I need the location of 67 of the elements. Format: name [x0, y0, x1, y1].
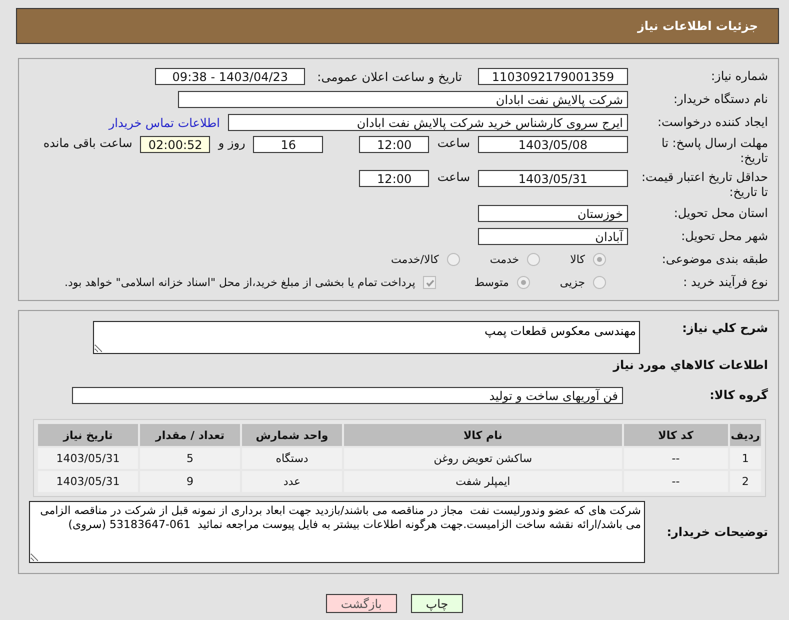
table-cell: 1403/05/31 — [38, 448, 138, 469]
creator-field: ایرج سروی کارشناس خرید شرکت پالایش نفت ابادان — [228, 114, 628, 131]
table-cell: -- — [624, 448, 728, 469]
table-cell: 2 — [730, 471, 761, 492]
buyer-notes-field[interactable]: شرکت های که عضو وندورلیست نفت مجاز در مناقصه می باشند/بازدید جهت ابعاد برداری از نمونه قبل از شرکت در مناقصه الزامی می باشد/ارائه نقشه ساخت الزامیست.جهت هرگونه اطلاعات بیشتر به فایل پیوست مراجعه نمائید 061-53183647 (سروی) — [29, 501, 645, 563]
field-label: طبقه بندی موضوعی: — [660, 252, 769, 267]
announce-date-field: 1403/04/23 - 09:38 — [155, 68, 306, 85]
time-label: ساعت — [437, 136, 470, 150]
page-title: جزئیات اطلاعات نیاز — [637, 19, 758, 33]
table-cell: ساکشن تعویض روغن — [344, 448, 622, 469]
table-cell: 1403/05/31 — [38, 471, 138, 492]
radio-label: متوسط — [474, 276, 509, 289]
column-header: نام کالا — [344, 424, 622, 446]
remaining-time-field: 02:00:52 — [140, 136, 210, 153]
days-field: 16 — [253, 136, 324, 153]
field-label: شهر محل تحویل: — [680, 229, 769, 244]
field-label: حداقل تاریخ اعتبار قیمت: تا تاریخ: — [640, 170, 769, 200]
field-label: شماره نیاز: — [710, 69, 769, 84]
buyer-contact-link[interactable]: اطلاعات تماس خریدار — [108, 116, 220, 130]
radio-button[interactable] — [593, 253, 606, 266]
field-label: گروه کالا: — [708, 388, 769, 403]
field-label: نوع فرآیند خرید : — [682, 275, 769, 290]
field-label: شرح کلي نياز: — [681, 321, 769, 336]
city-field: آبادان — [478, 228, 628, 245]
field-label: توضیحات خریدار: — [666, 524, 769, 540]
radio-button[interactable] — [446, 253, 460, 266]
radio-label: کالا/خدمت — [391, 253, 439, 266]
radio-button[interactable] — [516, 276, 530, 289]
checkbox[interactable] — [423, 276, 436, 289]
section-title: اطلاعات کالاهاي مورد نياز — [612, 358, 769, 372]
table-cell: 9 — [140, 471, 240, 492]
field-label: ایجاد کننده درخواست: — [656, 115, 769, 130]
radio-label: جزیی — [560, 276, 585, 289]
table-cell: عدد — [242, 471, 342, 492]
field-label: نام دستگاه خریدار: — [672, 92, 769, 107]
table-cell: 1 — [730, 448, 761, 469]
validity-time-field: 12:00 — [359, 170, 430, 187]
time-label: ساعت — [437, 170, 470, 184]
table-cell: دستگاه — [242, 448, 342, 469]
goods-group-field: فن آوریهای ساخت و تولید — [72, 387, 623, 404]
deadline-time-field: 12:00 — [359, 136, 430, 153]
radio-label: خدمت — [490, 253, 520, 266]
column-header: ردیف — [730, 424, 761, 446]
description-field[interactable]: مهندسی معکوس قطعات پمپ — [93, 321, 640, 354]
field-label: استان محل تحویل: — [672, 206, 769, 221]
column-header: تاریخ نیاز — [38, 424, 138, 446]
radio-button[interactable] — [593, 276, 606, 289]
field-label: مهلت ارسال پاسخ: تا تاریخ: — [660, 136, 769, 166]
table-cell: -- — [624, 471, 728, 492]
radio-button[interactable] — [527, 253, 540, 266]
payment-note: پرداخت تمام یا بخشی از مبلغ خرید،از محل "اسناد خزانه اسلامی" خواهد بود. — [64, 276, 416, 289]
column-header: واحد شمارش — [242, 424, 342, 446]
need-number-field: 1103092179001359 — [478, 68, 628, 85]
table-cell: ایمپلر شفت — [344, 471, 622, 492]
field-label: تاریخ و ساعت اعلان عمومی: — [317, 70, 462, 84]
remaining-label: ساعت باقی مانده — [43, 136, 132, 150]
radio-label: کالا — [570, 253, 585, 266]
validity-date-field: 1403/05/31 — [478, 170, 628, 187]
table-cell: 5 — [140, 448, 240, 469]
back-button[interactable]: بازگشت — [326, 594, 397, 613]
province-field: خوزستان — [478, 205, 628, 222]
column-header: تعداد / مقدار — [140, 424, 240, 446]
days-label: روز و — [218, 136, 246, 150]
deadline-date-field: 1403/05/08 — [478, 136, 628, 153]
buyer-field: شرکت پالایش نفت ابادان — [178, 91, 628, 108]
print-button[interactable]: چاپ — [410, 594, 464, 613]
column-header: کد کالا — [624, 424, 728, 446]
